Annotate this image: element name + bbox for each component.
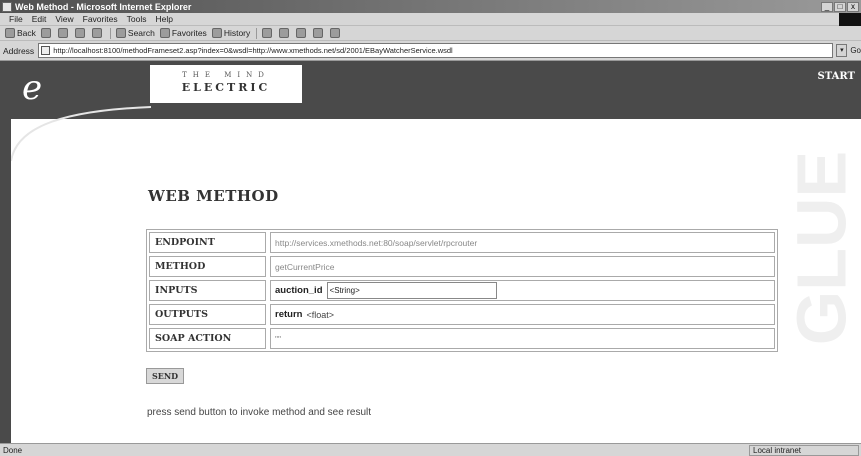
address-url: http://localhost:8100/methodFrameset2.as… [53, 46, 453, 55]
forward-button[interactable] [40, 28, 53, 38]
inputs-value: auction_id [270, 280, 775, 301]
back-button[interactable]: Back [5, 28, 36, 38]
refresh-icon [74, 28, 85, 38]
toolbar-separator [256, 27, 258, 39]
edit-button[interactable] [296, 28, 308, 38]
security-zone: Local intranet [749, 444, 859, 456]
favorites-icon [159, 28, 170, 38]
page-icon [41, 46, 51, 55]
output-type: <float> [306, 309, 334, 320]
header-band [11, 61, 861, 119]
table-row: INPUTS auction_id [149, 280, 775, 301]
input-param-name: auction_id [275, 285, 323, 296]
start-link[interactable]: START [818, 71, 855, 82]
method-label: METHOD [149, 256, 266, 277]
glue-watermark-text: GLUE [793, 151, 860, 345]
method-form-table: ENDPOINT http://services.xmethods.net:80… [146, 229, 778, 352]
home-icon [91, 28, 102, 38]
standard-toolbar: Back Search Favorites History [0, 26, 861, 41]
page-title: WEB METHOD [148, 187, 279, 205]
print-icon [279, 28, 290, 38]
favorites-label: Favorites [171, 28, 207, 38]
discuss-button[interactable] [313, 28, 325, 38]
refresh-button[interactable] [74, 28, 87, 38]
address-label: Address [3, 45, 35, 56]
mail-button[interactable] [262, 28, 274, 38]
go-button[interactable]: Go [850, 46, 861, 55]
close-button[interactable]: x [847, 1, 859, 12]
table-row: METHOD getCurrentPrice [149, 256, 775, 277]
soap-action-value: "" [270, 328, 775, 349]
history-icon [211, 28, 222, 38]
table-row: SOAP ACTION "" [149, 328, 775, 349]
outputs-value: return <float> [270, 304, 775, 325]
address-bar: Address http://localhost:8100/methodFram… [0, 41, 861, 61]
menu-tools[interactable]: Tools [127, 14, 147, 24]
ie-throbber-icon [839, 12, 861, 26]
mail-icon [262, 28, 273, 38]
menu-file[interactable]: File [9, 14, 23, 24]
status-text: Done [3, 445, 23, 455]
window-title: Web Method - Microsoft Internet Explorer [15, 1, 192, 12]
search-icon [115, 28, 126, 38]
maximize-button[interactable]: □ [834, 1, 846, 12]
menu-view[interactable]: View [55, 14, 73, 24]
toolbar-separator [109, 27, 111, 39]
send-button[interactable]: SEND [146, 368, 184, 384]
endpoint-value: http://services.xmethods.net:80/soap/ser… [270, 232, 775, 253]
method-value: getCurrentPrice [270, 256, 775, 277]
menu-bar: File Edit View Favorites Tools Help [0, 12, 861, 26]
output-param-name: return [275, 309, 303, 320]
logo-top-text: THE MIND [182, 71, 270, 79]
page-viewport: e THE MIND ELECTRIC START GLUE WEB METHO… [0, 61, 861, 443]
stop-button[interactable] [57, 28, 70, 38]
favorites-button[interactable]: Favorites [159, 28, 207, 38]
edit-icon [296, 28, 307, 38]
table-row: ENDPOINT http://services.xmethods.net:80… [149, 232, 775, 253]
ie-app-icon [2, 1, 12, 12]
inputs-label: INPUTS [149, 280, 266, 301]
forward-arrow-icon [40, 28, 51, 38]
history-label: History [223, 28, 251, 38]
search-button[interactable]: Search [115, 28, 155, 38]
home-button[interactable] [91, 28, 104, 38]
mind-electric-logo: THE MIND ELECTRIC [150, 65, 302, 103]
history-button[interactable]: History [211, 28, 251, 38]
auction-id-input[interactable] [326, 282, 497, 299]
stop-icon [57, 28, 68, 38]
send-hint-text: press send button to invoke method and s… [147, 407, 372, 418]
search-label: Search [127, 28, 155, 38]
minimize-button[interactable]: _ [821, 1, 833, 12]
glue-watermark: GLUE [793, 151, 860, 345]
left-rail [0, 61, 11, 443]
menu-help[interactable]: Help [155, 14, 172, 24]
window-titlebar: Web Method - Microsoft Internet Explorer… [0, 0, 861, 13]
menu-edit[interactable]: Edit [32, 14, 47, 24]
menu-favorites[interactable]: Favorites [83, 14, 118, 24]
logo-bottom-text: ELECTRIC [181, 81, 271, 94]
soap-action-label: SOAP ACTION [149, 328, 266, 349]
messenger-button[interactable] [330, 28, 342, 38]
back-label: Back [17, 28, 36, 38]
print-button[interactable] [279, 28, 291, 38]
e-logo-icon: e [22, 68, 43, 108]
endpoint-label: ENDPOINT [149, 232, 266, 253]
table-row: OUTPUTS return <float> [149, 304, 775, 325]
discuss-icon [313, 28, 324, 38]
outputs-label: OUTPUTS [149, 304, 266, 325]
address-input[interactable]: http://localhost:8100/methodFrameset2.as… [38, 43, 834, 58]
status-bar: Done Local intranet [0, 443, 861, 456]
back-arrow-icon [5, 28, 15, 38]
address-dropdown-button[interactable]: ▾ [836, 44, 848, 57]
messenger-icon [330, 28, 341, 38]
